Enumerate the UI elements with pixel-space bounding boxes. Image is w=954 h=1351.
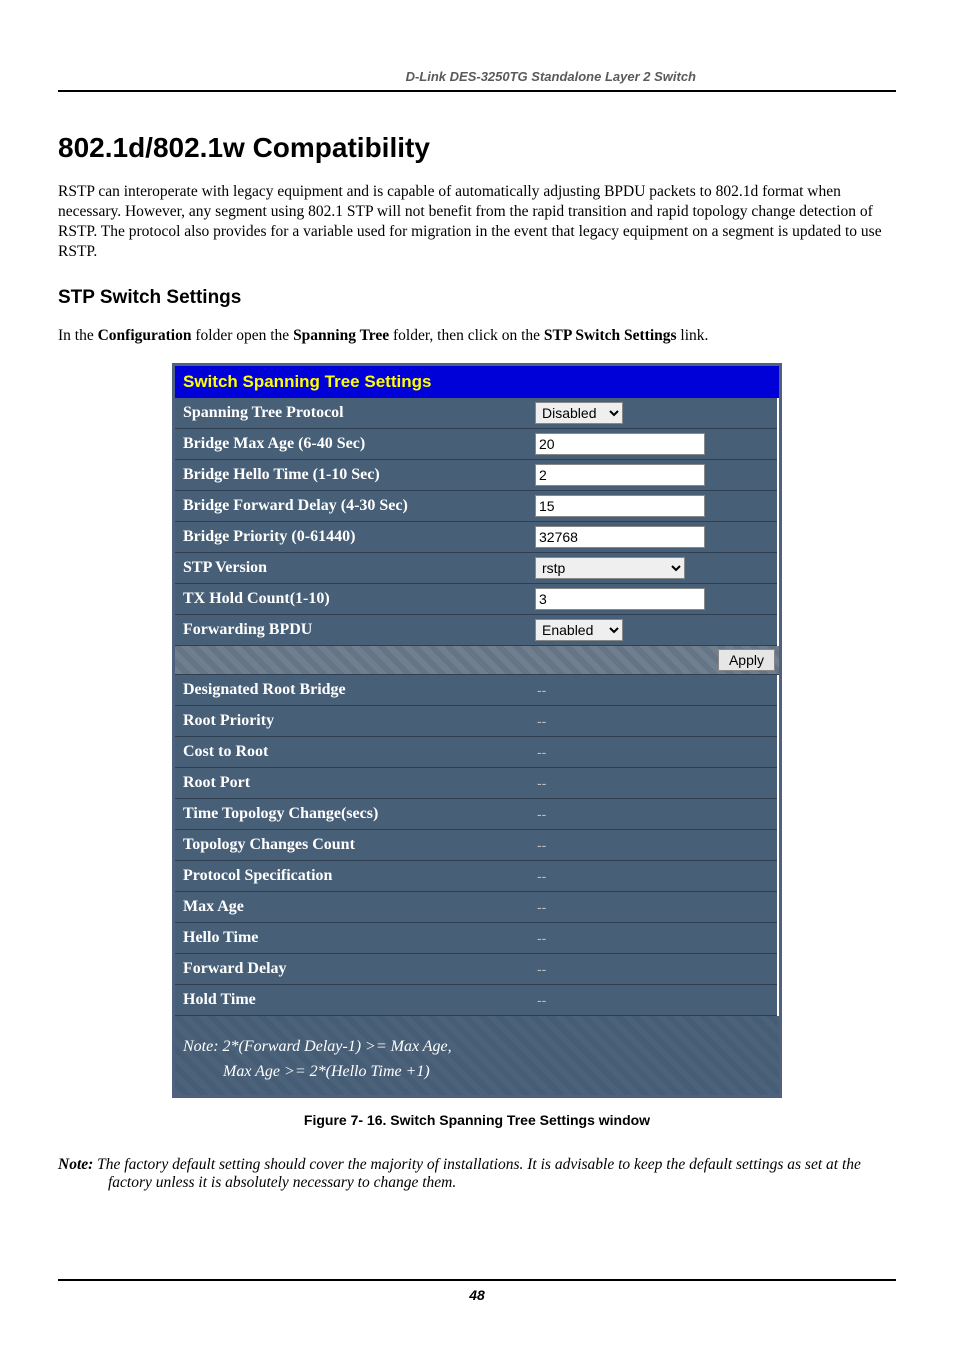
config-row: Bridge Forward Delay (4-30 Sec) — [175, 491, 779, 522]
section-heading: 802.1d/802.1w Compatibility — [58, 132, 896, 164]
status-value: -- — [531, 985, 777, 1016]
page-header: D-Link DES-3250TG Standalone Layer 2 Swi… — [58, 68, 896, 92]
config-row: Bridge Hello Time (1-10 Sec) — [175, 460, 779, 491]
status-value: -- — [531, 923, 777, 954]
status-row: Cost to Root-- — [175, 737, 779, 768]
config-row: Forwarding BPDUEnabled — [175, 615, 779, 646]
config-row: TX Hold Count(1-10) — [175, 584, 779, 615]
settings-panel: Switch Spanning Tree Settings Spanning T… — [172, 363, 782, 1098]
config-input[interactable] — [535, 526, 705, 548]
status-value: -- — [531, 861, 777, 892]
config-select[interactable]: rstp — [535, 557, 685, 579]
status-value: -- — [531, 675, 777, 706]
status-value: -- — [531, 737, 777, 768]
status-label: Time Topology Change(secs) — [175, 799, 531, 830]
config-field — [531, 491, 777, 522]
config-label: Bridge Forward Delay (4-30 Sec) — [175, 491, 531, 522]
config-input[interactable] — [535, 588, 705, 610]
section-body: RSTP can interoperate with legacy equipm… — [58, 182, 896, 263]
config-field — [531, 584, 777, 615]
apply-button[interactable]: Apply — [718, 649, 775, 671]
config-field: rstp — [531, 553, 777, 584]
config-row: Bridge Priority (0-61440) — [175, 522, 779, 553]
status-label: Root Priority — [175, 706, 531, 737]
status-value: -- — [531, 830, 777, 861]
page-footer: 48 — [58, 1279, 896, 1305]
config-label: Forwarding BPDU — [175, 615, 531, 646]
config-select[interactable]: Enabled — [535, 619, 623, 641]
config-field: Disabled — [531, 398, 777, 429]
apply-row: Apply — [175, 646, 779, 675]
status-value: -- — [531, 706, 777, 737]
footer-note: Note: The factory default setting should… — [58, 1156, 896, 1192]
config-field — [531, 460, 777, 491]
status-label: Protocol Specification — [175, 861, 531, 892]
status-value: -- — [531, 799, 777, 830]
header-title: D-Link DES-3250TG Standalone Layer 2 Swi… — [406, 69, 896, 84]
config-row: STP Versionrstp — [175, 553, 779, 584]
status-row: Protocol Specification-- — [175, 861, 779, 892]
status-row: Designated Root Bridge-- — [175, 675, 779, 706]
status-label: Topology Changes Count — [175, 830, 531, 861]
config-field: Enabled — [531, 615, 777, 646]
config-label: STP Version — [175, 553, 531, 584]
status-row: Forward Delay-- — [175, 954, 779, 985]
config-label: Bridge Priority (0-61440) — [175, 522, 531, 553]
config-label: Spanning Tree Protocol — [175, 398, 531, 429]
status-row: Max Age-- — [175, 892, 779, 923]
status-label: Root Port — [175, 768, 531, 799]
config-row: Spanning Tree ProtocolDisabled — [175, 398, 779, 429]
subsection-heading: STP Switch Settings — [58, 287, 896, 309]
status-row: Root Port-- — [175, 768, 779, 799]
status-label: Max Age — [175, 892, 531, 923]
status-row: Time Topology Change(secs)-- — [175, 799, 779, 830]
status-label: Forward Delay — [175, 954, 531, 985]
status-row: Root Priority-- — [175, 706, 779, 737]
config-row: Bridge Max Age (6-40 Sec) — [175, 429, 779, 460]
status-value: -- — [531, 892, 777, 923]
config-label: Bridge Max Age (6-40 Sec) — [175, 429, 531, 460]
panel-title: Switch Spanning Tree Settings — [175, 366, 779, 398]
status-label: Hello Time — [175, 923, 531, 954]
config-field — [531, 429, 777, 460]
note-line-1: Note: 2*(Forward Delay-1) >= Max Age, — [183, 1034, 771, 1060]
status-label: Cost to Root — [175, 737, 531, 768]
config-label: TX Hold Count(1-10) — [175, 584, 531, 615]
panel-note: Note: 2*(Forward Delay-1) >= Max Age, Ma… — [175, 1016, 779, 1095]
status-value: -- — [531, 954, 777, 985]
config-label: Bridge Hello Time (1-10 Sec) — [175, 460, 531, 491]
status-row: Hold Time-- — [175, 985, 779, 1016]
status-row: Topology Changes Count-- — [175, 830, 779, 861]
status-value: -- — [531, 768, 777, 799]
status-label: Designated Root Bridge — [175, 675, 531, 706]
config-input[interactable] — [535, 495, 705, 517]
note-line-2: Max Age >= 2*(Hello Time +1) — [183, 1059, 771, 1085]
status-label: Hold Time — [175, 985, 531, 1016]
figure-caption: Figure 7- 16. Switch Spanning Tree Setti… — [58, 1112, 896, 1128]
footer-note-label: Note: — [58, 1156, 97, 1173]
status-row: Hello Time-- — [175, 923, 779, 954]
config-select[interactable]: Disabled — [535, 402, 623, 424]
footer-note-text: The factory default setting should cover… — [97, 1156, 861, 1191]
page-number: 48 — [469, 1287, 485, 1303]
config-field — [531, 522, 777, 553]
config-input[interactable] — [535, 464, 705, 486]
instruction-text: In the Configuration folder open the Spa… — [58, 327, 896, 345]
config-input[interactable] — [535, 433, 705, 455]
